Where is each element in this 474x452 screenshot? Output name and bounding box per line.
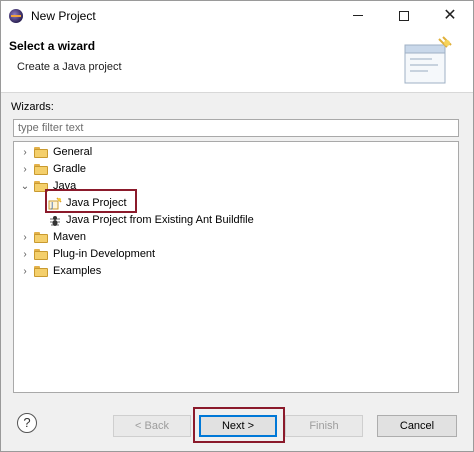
tree-item-label: Maven — [53, 231, 87, 243]
folder-icon — [34, 147, 48, 158]
folder-icon — [34, 232, 48, 243]
banner-title: Select a wizard — [9, 39, 96, 53]
tree-item-plugin-development[interactable]: › Plug-in Development — [18, 246, 448, 263]
folder-icon — [34, 249, 48, 260]
folder-icon — [34, 164, 48, 175]
eclipse-icon — [9, 9, 23, 23]
next-button-highlight — [193, 407, 285, 443]
close-icon: ✕ — [443, 7, 457, 24]
wizard-tree[interactable]: › General › Gradle ⌄ Java J Java Project — [13, 141, 459, 393]
window-title: New Project — [31, 9, 96, 23]
wizard-banner-icon — [404, 36, 452, 84]
tree-item-label: General — [53, 146, 93, 158]
chevron-right-icon[interactable]: › — [20, 229, 30, 246]
folder-icon — [34, 266, 48, 277]
tree-item-label: Java Project from Existing Ant Buildfile — [66, 214, 254, 226]
banner-description: Create a Java project — [17, 61, 122, 73]
chevron-right-icon[interactable]: › — [20, 246, 30, 263]
back-button[interactable]: < Back — [113, 415, 191, 437]
tree-item-label: Gradle — [53, 163, 87, 175]
tree-item-examples[interactable]: › Examples — [18, 263, 448, 280]
minimize-button[interactable] — [335, 1, 381, 31]
tree-item-general[interactable]: › General — [18, 144, 448, 161]
tree-item-label: Plug-in Development — [53, 248, 156, 260]
minimize-icon — [353, 15, 363, 17]
new-project-dialog: New Project ✕ Select a wizard Create a J… — [0, 0, 474, 452]
wizard-banner: Select a wizard Create a Java project — [1, 31, 473, 93]
maximize-button[interactable] — [381, 1, 427, 31]
java-project-highlight — [45, 189, 137, 213]
maximize-icon — [399, 10, 409, 21]
cancel-button[interactable]: Cancel — [377, 415, 457, 437]
help-icon[interactable]: ? — [17, 413, 37, 433]
chevron-down-icon[interactable]: ⌄ — [20, 178, 30, 195]
wizards-label: Wizards: — [11, 101, 54, 113]
ant-buildfile-icon — [50, 216, 60, 226]
filter-input[interactable] — [13, 119, 459, 137]
finish-button[interactable]: Finish — [285, 415, 363, 437]
chevron-right-icon[interactable]: › — [20, 263, 30, 280]
tree-item-label: Examples — [53, 265, 102, 277]
chevron-right-icon[interactable]: › — [20, 144, 30, 161]
title-bar: New Project ✕ — [1, 1, 473, 31]
tree-item-maven[interactable]: › Maven — [18, 229, 448, 246]
close-button[interactable]: ✕ — [427, 1, 473, 31]
chevron-right-icon[interactable]: › — [20, 161, 30, 178]
tree-item-ant-buildfile[interactable]: Java Project from Existing Ant Buildfile — [48, 212, 448, 229]
tree-item-gradle[interactable]: › Gradle — [18, 161, 448, 178]
